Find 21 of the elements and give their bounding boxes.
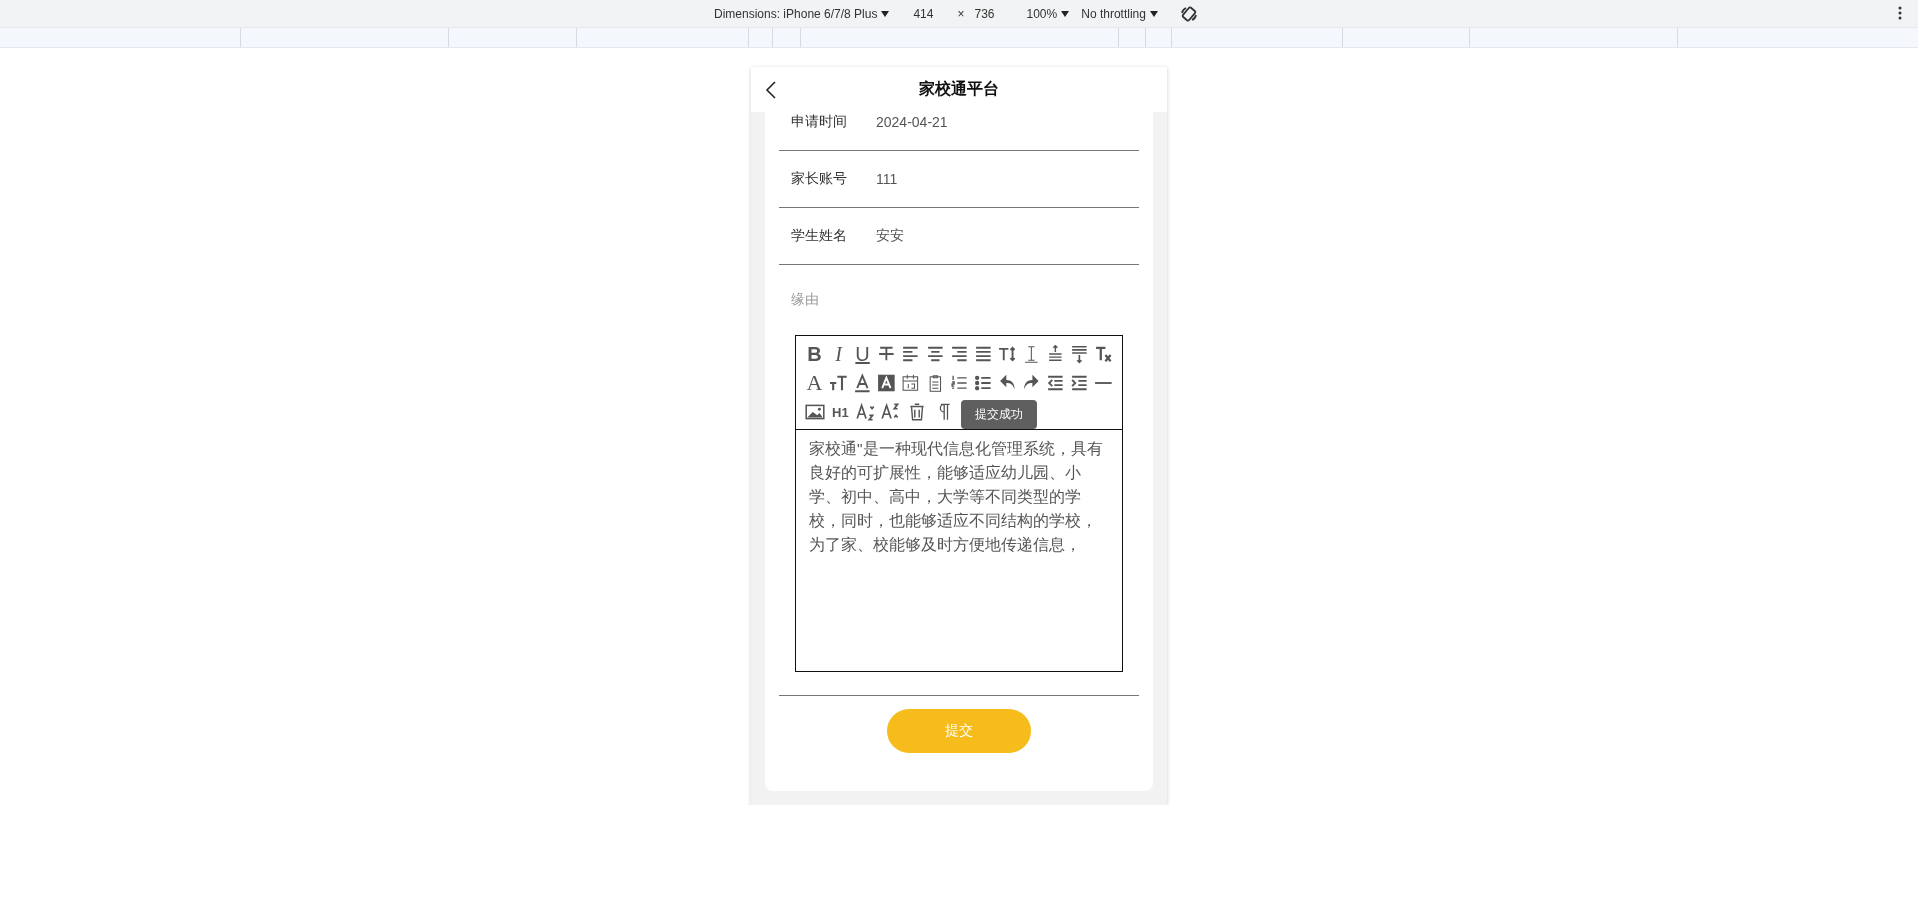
device-dropdown[interactable]: Dimensions: iPhone 6/7/8 Plus: [714, 6, 890, 21]
page-title: 家校通平台: [919, 79, 999, 99]
reason-text[interactable]: 家校通"是一种现代信息化管理系统，具有良好的可扩展性，能够适应幼儿园、小学、初中、高中，大学等不同类型的学校，同时，也能够适应不同结构的学校，为了家、校能够及时方便地传递信息，: [796, 430, 1122, 557]
times-sign: ×: [957, 6, 965, 21]
zoom-dropdown[interactable]: 100%: [1026, 6, 1070, 21]
heading-button[interactable]: H1: [829, 400, 852, 424]
field-value: 111: [876, 171, 898, 187]
bold-button[interactable]: B: [804, 342, 825, 366]
field-label: 家长账号: [790, 170, 848, 188]
underline-button[interactable]: U: [852, 342, 873, 366]
font-button[interactable]: A: [804, 371, 825, 395]
italic-button[interactable]: I: [828, 342, 849, 366]
toast-message: 提交成功: [961, 400, 1037, 429]
field-value: 2024-04-21: [876, 114, 948, 130]
reason-label: 缘由: [790, 290, 820, 309]
height-value[interactable]: 736: [974, 6, 995, 21]
field-value: 安安: [876, 227, 904, 245]
field-label: 申请时间: [790, 113, 848, 131]
throttling-dropdown[interactable]: No throttling: [1081, 6, 1158, 21]
field-label: 学生姓名: [790, 227, 848, 245]
width-value[interactable]: 414: [913, 6, 934, 21]
